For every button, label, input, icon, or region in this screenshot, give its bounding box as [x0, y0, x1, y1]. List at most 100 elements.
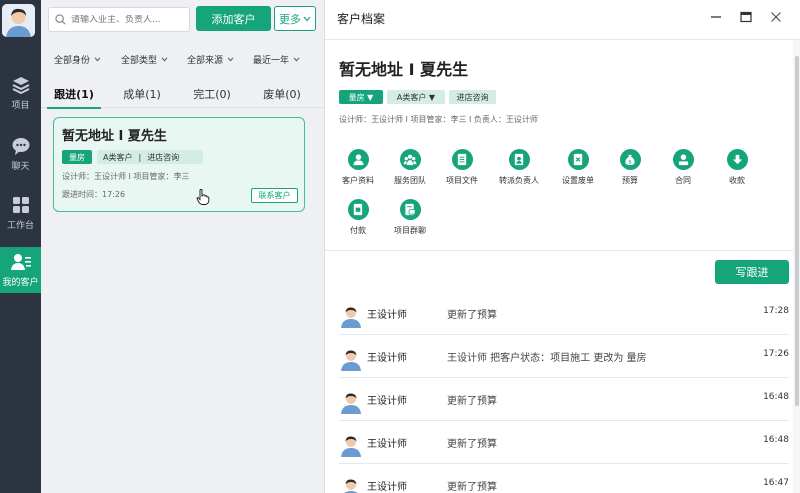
svg-text:$: $: [628, 160, 632, 166]
profile-icon: [352, 154, 364, 166]
action-label: 设置废单: [562, 176, 594, 185]
chevron-down-icon: [293, 57, 300, 62]
action-label: 客户资料: [342, 176, 374, 185]
sidebar: 项目 聊天 工作台 我的客户: [0, 0, 41, 493]
sidebar-item-project[interactable]: 项目: [0, 70, 41, 116]
contract-icon: [678, 154, 688, 166]
contact-customer-button[interactable]: 联系客户: [251, 188, 298, 203]
filter-type[interactable]: 全部类型: [121, 53, 168, 66]
action-label: 预算: [622, 176, 638, 185]
feed-time: 17:28: [763, 306, 789, 316]
filter-identity[interactable]: 全部身份: [54, 53, 101, 66]
tab-deal[interactable]: 成单(1): [107, 80, 177, 108]
feed-item: 王设计师 王设计师 把客户状态：项目施工 更改为 量房 17:26: [339, 335, 789, 378]
group-chat-icon: [405, 203, 416, 216]
action-service-team[interactable]: 服务团队: [385, 149, 435, 186]
tag-separator: |: [138, 152, 142, 162]
status-tabs: 跟进(1) 成单(1) 完工(0) 废单(0): [41, 80, 324, 109]
action-project-group-chat[interactable]: 项目群聊: [385, 199, 435, 236]
budget-icon: $: [625, 154, 635, 166]
feed-item: 王设计师 更新了预算 17:28: [339, 292, 789, 335]
sidebar-item-label: 聊天: [11, 162, 30, 172]
feed-time: 16:47: [763, 478, 789, 488]
close-button[interactable]: [769, 10, 783, 24]
feed-text: 更新了预算: [447, 439, 497, 450]
feed-time: 17:26: [763, 349, 789, 359]
sidebar-item-label: 我的客户: [2, 278, 39, 288]
feed-item: 王设计师 更新了预算 16:48: [339, 421, 789, 464]
avatar[interactable]: [2, 4, 35, 37]
maximize-button[interactable]: [739, 10, 753, 24]
source-tag: 进店咨询: [147, 152, 180, 162]
filter-time[interactable]: 最近一年: [253, 53, 300, 66]
action-contract[interactable]: 合同: [658, 149, 708, 186]
hand-cursor-icon: [196, 189, 210, 205]
action-label: 转派负责人: [499, 176, 539, 185]
status-dropdown[interactable]: 量房 ▼: [339, 90, 383, 104]
grid-icon: [12, 197, 29, 213]
sidebar-item-workbench[interactable]: 工作台: [0, 190, 41, 236]
action-label: 合同: [675, 176, 691, 185]
customer-list-panel: 添加客户 更多 全部身份 全部类型 全部来源 最近一年 跟进(1) 成单(1) …: [41, 0, 324, 493]
sidebar-item-label: 工作台: [6, 221, 34, 231]
feed-user: 王设计师: [367, 439, 407, 450]
window-title: 客户档案: [337, 12, 386, 26]
customer-card[interactable]: 暂无地址 Ι 夏先生 量房 A类客户 | 进店咨询 设计师：王设计师 Ι 项目管…: [53, 117, 305, 212]
scrollbar-thumb[interactable]: [795, 56, 799, 406]
minimize-button[interactable]: [709, 10, 723, 24]
add-customer-button[interactable]: 添加客户: [196, 6, 271, 31]
transfer-icon: [514, 153, 524, 166]
maximize-icon: [740, 11, 752, 23]
card-title: 暂无地址 Ι 夏先生: [62, 129, 167, 144]
action-label: 付款: [350, 226, 366, 235]
write-follow-up-button[interactable]: 写跟进: [715, 260, 789, 284]
follow-time: 跟进时间：17:26: [62, 190, 126, 199]
more-button[interactable]: 更多: [274, 6, 316, 31]
chevron-down-icon: [303, 16, 311, 21]
layers-icon: [12, 77, 29, 95]
sidebar-item-chat[interactable]: 聊天: [0, 131, 41, 177]
feed-text: 更新了预算: [447, 396, 497, 407]
grade-dropdown[interactable]: A类客户 ▼: [387, 90, 445, 104]
customer-detail-window: 客户档案 暂无地址 Ι 夏先生 量房 ▼ A类客户 ▼ 进店咨询 设计师：王设计…: [324, 0, 800, 493]
feed-user: 王设计师: [367, 353, 407, 364]
tab-following[interactable]: 跟进(1): [41, 80, 107, 109]
tab-completed[interactable]: 完工(0): [177, 80, 247, 108]
action-budget[interactable]: $ 预算: [605, 149, 655, 186]
action-pay[interactable]: 付款: [333, 199, 383, 236]
team-icon: [403, 154, 417, 166]
detail-meta: 设计师：王设计师 Ι 项目管家：李三 Ι 负责人：王设计师: [339, 115, 538, 124]
action-set-void[interactable]: 设置废单: [553, 149, 603, 186]
action-label: 项目文件: [446, 176, 478, 185]
minimize-icon: [711, 16, 721, 18]
search-input[interactable]: [71, 14, 181, 25]
user-avatar-icon: [341, 350, 361, 371]
action-receive-payment[interactable]: 收款: [712, 149, 762, 186]
sidebar-item-label: 项目: [11, 101, 30, 111]
feed-user: 王设计师: [367, 310, 407, 321]
user-avatar-icon: [344, 479, 358, 493]
user-avatar-icon: [341, 436, 361, 457]
filter-source[interactable]: 全部来源: [187, 53, 234, 66]
status-badge: 量房: [62, 150, 92, 164]
file-icon: [457, 153, 467, 166]
pay-icon: [353, 203, 363, 216]
void-icon: [573, 153, 583, 166]
action-project-files[interactable]: 项目文件: [437, 149, 487, 186]
sidebar-item-my-customers[interactable]: 我的客户: [0, 247, 41, 293]
tab-void[interactable]: 废单(0): [247, 80, 317, 108]
filter-label: 最近一年: [253, 56, 290, 66]
close-icon: [771, 12, 781, 22]
grade-tag: A类客户: [103, 152, 133, 162]
user-avatar-icon: [341, 393, 361, 414]
search-box[interactable]: [48, 7, 190, 32]
feed-user: 王设计师: [367, 482, 407, 493]
feed-time: 16:48: [763, 435, 789, 445]
search-icon: [55, 14, 66, 25]
card-meta: 设计师：王设计师 Ι 项目管家：李三: [62, 172, 190, 181]
divider: [325, 250, 800, 251]
action-customer-profile[interactable]: 客户资料: [333, 149, 383, 186]
chevron-down-icon: [227, 57, 234, 62]
action-transfer-owner[interactable]: 转派负责人: [494, 149, 544, 186]
feed-text: 更新了预算: [447, 482, 497, 493]
